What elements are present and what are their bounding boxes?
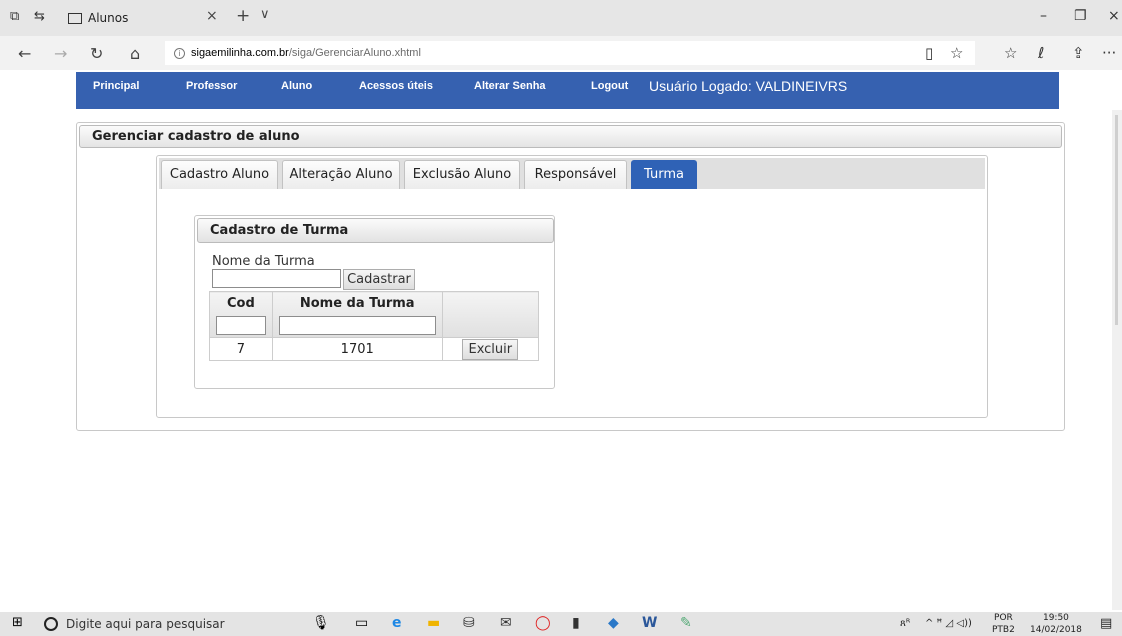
scrollbar-thumb[interactable]	[1115, 115, 1118, 325]
search-placeholder: Digite aqui para pesquisar	[66, 617, 225, 631]
chevron-down-icon[interactable]: ∨	[260, 7, 270, 22]
app-nav-bar: Principal Professor Aluno Acessos úteis …	[76, 72, 1059, 109]
refresh-icon[interactable]: ↻	[90, 44, 103, 63]
notification-icon[interactable]: ▤	[1100, 616, 1112, 631]
system-tray-icons[interactable]: ^ ꟸ ◿ ◁))	[925, 618, 972, 629]
col-actions	[441, 291, 540, 338]
tab-view: Cadastro Aluno Alteração Aluno Exclusão …	[156, 155, 988, 418]
windows-taskbar: ⊞ Digite aqui para pesquisar 🎙 ▭ e ▬ ⛁ ✉…	[0, 612, 1122, 636]
word-icon[interactable]: W	[642, 615, 657, 631]
turma-legend: Cadastro de Turma	[197, 218, 554, 243]
maximize-icon[interactable]: ❐	[1074, 8, 1087, 24]
opera-icon[interactable]: ◯	[535, 615, 551, 631]
nav-principal[interactable]: Principal	[93, 80, 139, 92]
page-scrollbar[interactable]	[1112, 110, 1122, 610]
url-host: sigaemilinha.com.br	[191, 47, 289, 59]
turma-table: Cod Nome da Turma 7 1701 Excluir	[209, 291, 540, 361]
tab-alteracao-aluno[interactable]: Alteração Aluno	[282, 160, 400, 189]
col-cod: Cod	[209, 291, 273, 338]
panel-title: Gerenciar cadastro de aluno	[79, 125, 1062, 148]
clock-time: 19:50	[1042, 613, 1069, 623]
paint-icon[interactable]: ✎	[680, 615, 692, 631]
tab-preview-icon[interactable]: ⧉	[10, 9, 19, 24]
info-icon[interactable]: i	[174, 47, 185, 59]
pen-icon[interactable]: ℓ	[1038, 44, 1044, 62]
tab-title: Alunos	[88, 11, 129, 25]
new-tab-icon[interactable]: +	[236, 6, 250, 26]
url-input[interactable]: i sigaemilinha.com.br/siga/GerenciarAlun…	[165, 41, 975, 65]
close-window-icon[interactable]: ×	[1108, 8, 1120, 24]
taskbar-search[interactable]: Digite aqui para pesquisar	[40, 612, 310, 636]
cell-actions: Excluir	[441, 337, 540, 361]
tab-exclusao-aluno[interactable]: Exclusão Aluno	[404, 160, 520, 189]
tab-cadastro-aluno[interactable]: Cadastro Aluno	[161, 160, 278, 189]
cell-nome: 1701	[271, 337, 443, 361]
store-icon[interactable]: ⛁	[463, 615, 475, 631]
manage-student-panel: Gerenciar cadastro de aluno Cadastro Alu…	[76, 122, 1065, 431]
clock-date: 14/02/2018	[1030, 625, 1082, 635]
table-row: 7 1701 Excluir	[209, 337, 540, 361]
cadastrar-button[interactable]: Cadastrar	[343, 269, 415, 290]
cortana-icon	[44, 617, 58, 631]
cell-cod: 7	[209, 337, 273, 361]
turma-fieldset: Cadastro de Turma Nome da Turma Cadastra…	[194, 215, 555, 389]
clock[interactable]: 19:50 14/02/2018	[1030, 612, 1082, 636]
mail-icon[interactable]: ✉	[500, 615, 512, 631]
page-icon	[68, 12, 82, 24]
tab-turma[interactable]: Turma	[631, 160, 697, 189]
lang-primary: POR	[994, 613, 1013, 623]
forward-icon[interactable]: →	[54, 44, 67, 63]
address-bar: ← → ↻ ⌂ i sigaemilinha.com.br/siga/Geren…	[0, 36, 1122, 70]
home-icon[interactable]: ⌂	[130, 44, 140, 63]
share-icon[interactable]: ⇪	[1072, 44, 1085, 62]
windows-start-icon[interactable]: ⊞	[12, 615, 23, 630]
cube-icon[interactable]: ◆	[608, 615, 619, 631]
document-icon[interactable]: ▮	[572, 615, 580, 631]
nav-aluno[interactable]: Aluno	[281, 80, 312, 92]
turma-name-input[interactable]	[212, 269, 341, 288]
col-nome-label: Nome da Turma	[299, 296, 415, 311]
star-icon[interactable]: ☆	[950, 44, 963, 62]
favorites-icon[interactable]: ☆	[1004, 44, 1017, 62]
nav-acessos-uteis[interactable]: Acessos úteis	[359, 80, 433, 92]
close-tab-icon[interactable]: ×	[206, 8, 218, 24]
more-icon[interactable]: ···	[1102, 44, 1116, 62]
edge-icon[interactable]: e	[392, 615, 402, 631]
url-path: /siga/GerenciarAluno.xhtml	[288, 47, 421, 59]
task-view-icon[interactable]: ▭	[355, 615, 368, 631]
set-aside-tabs-icon[interactable]: ⇆	[34, 9, 45, 24]
file-explorer-icon[interactable]: ▬	[427, 615, 440, 631]
table-header-row: Cod Nome da Turma	[209, 291, 540, 338]
col-cod-label: Cod	[227, 296, 255, 311]
reading-view-icon[interactable]: ▯	[925, 44, 933, 62]
language-indicator[interactable]: POR PTB2	[992, 612, 1015, 636]
people-icon[interactable]: ጸᴿ	[900, 618, 910, 629]
turma-name-label: Nome da Turma	[212, 254, 315, 269]
nav-professor[interactable]: Professor	[186, 80, 237, 92]
tab-nav: Cadastro Aluno Alteração Aluno Exclusão …	[159, 158, 985, 189]
minimize-icon[interactable]: –	[1040, 8, 1047, 24]
tab-responsavel[interactable]: Responsável	[524, 160, 627, 189]
logged-user: Usuário Logado: VALDINEIVRS	[649, 78, 848, 94]
col-nome-turma: Nome da Turma	[271, 291, 443, 338]
lang-secondary: PTB2	[992, 625, 1015, 635]
filter-cod-input[interactable]	[215, 316, 266, 335]
back-icon[interactable]: ←	[18, 44, 31, 63]
nav-logout[interactable]: Logout	[591, 80, 628, 92]
browser-tab-bar: ⧉ ⇆ Alunos × + ∨ – ❐ ×	[0, 0, 1122, 36]
filter-nome-input[interactable]	[278, 316, 436, 335]
microphone-icon[interactable]: 🎙	[312, 615, 330, 631]
nav-alterar-senha[interactable]: Alterar Senha	[474, 80, 546, 92]
excluir-button[interactable]: Excluir	[462, 338, 519, 360]
